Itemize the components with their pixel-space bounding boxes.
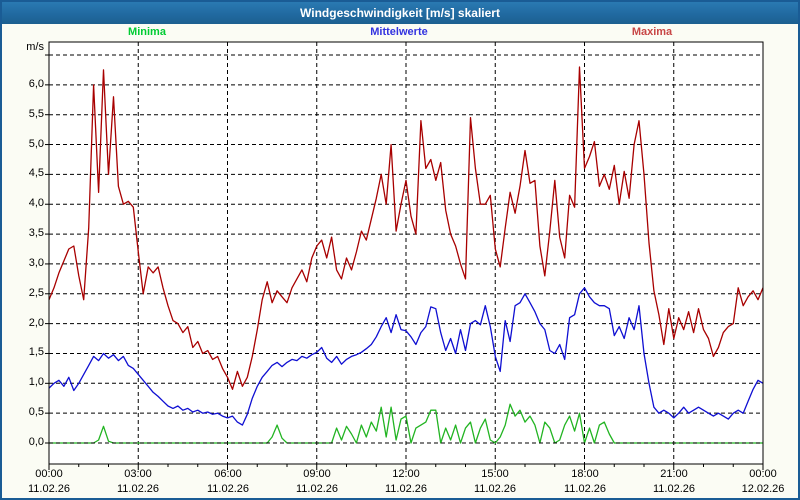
y-axis-tick-label: 2,0 bbox=[28, 317, 44, 329]
y-axis-tick-label: 5,5 bbox=[28, 108, 44, 120]
x-axis-time-label: 21:00 bbox=[660, 468, 688, 480]
x-axis-date-label: 12.02.26 bbox=[741, 483, 785, 495]
x-axis-time-label: 12:00 bbox=[392, 468, 420, 480]
y-axis-tick-label: 1,0 bbox=[28, 376, 44, 388]
y-axis-tick-label: 0,0 bbox=[28, 436, 44, 448]
x-axis-date-label: 11.02.26 bbox=[563, 483, 606, 495]
wind-speed-chart bbox=[45, 41, 764, 470]
y-axis-tick-label: 2,5 bbox=[28, 287, 44, 299]
x-axis-date-label: 11.02.26 bbox=[206, 483, 249, 495]
x-axis-time-label: 00:00 bbox=[35, 468, 63, 480]
y-axis-unit-label: m/s bbox=[26, 41, 44, 53]
x-axis-date-label: 11.02.26 bbox=[27, 483, 70, 495]
x-axis-date-label: 11.02.26 bbox=[384, 483, 427, 495]
y-axis-tick-label: 5,0 bbox=[28, 138, 44, 150]
x-axis-date-label: 11.02.26 bbox=[652, 483, 695, 495]
y-axis-tick-label: 1,5 bbox=[28, 346, 44, 358]
x-axis-time-label: 06:00 bbox=[214, 468, 242, 480]
y-axis-tick-label: 0,5 bbox=[28, 406, 44, 418]
y-axis-tick-label: 3,5 bbox=[28, 227, 44, 239]
app-window: Windgeschwindigkeit [m/s] skaliert m/s 6… bbox=[0, 0, 800, 500]
y-axis-tick-label: 4,5 bbox=[28, 167, 44, 179]
legend-item-minima: Minima bbox=[128, 26, 166, 38]
x-axis-date-label: 11.02.26 bbox=[295, 483, 338, 495]
x-axis-date-label: 11.02.26 bbox=[473, 483, 516, 495]
x-axis-date-label: 11.02.26 bbox=[116, 483, 159, 495]
legend-item-maxima: Maxima bbox=[631, 26, 673, 38]
legend-item-mittelwerte: Mittelwerte bbox=[370, 26, 428, 38]
y-axis-tick-label: 6,0 bbox=[28, 78, 44, 90]
y-axis-tick-label: 4,0 bbox=[28, 197, 44, 209]
x-axis-time-label: 09:00 bbox=[303, 468, 331, 480]
y-axis-tick-label: 3,0 bbox=[28, 257, 44, 269]
x-axis-time-label: 15:00 bbox=[481, 468, 509, 480]
x-axis-time-label: 00:00 bbox=[749, 468, 777, 480]
x-axis-time-label: 03:00 bbox=[124, 468, 152, 480]
x-axis-time-label: 18:00 bbox=[571, 468, 599, 480]
